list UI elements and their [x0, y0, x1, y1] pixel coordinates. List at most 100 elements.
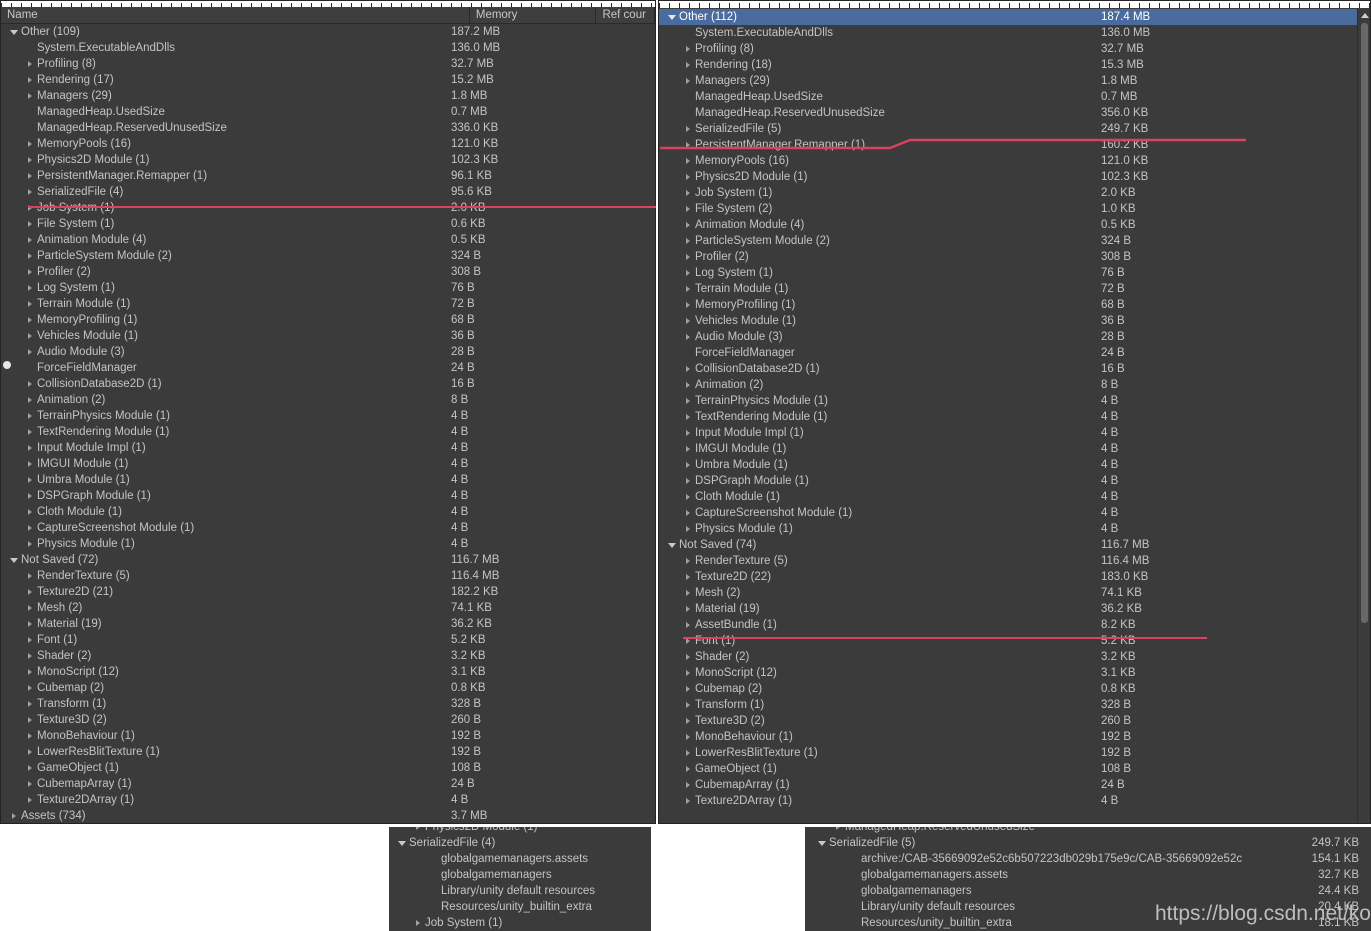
tree-row[interactable]: MemoryProfiling (1)68 B — [659, 297, 1357, 313]
tree-row[interactable]: Rendering (17)15.2 MB — [1, 72, 655, 88]
chevron-right-icon[interactable] — [23, 189, 37, 195]
chevron-right-icon[interactable] — [23, 749, 37, 755]
tree-row[interactable]: Material (19)36.2 KB — [1, 616, 655, 632]
column-header-refcount[interactable]: Ref cour — [596, 7, 655, 23]
tree-row[interactable]: IMGUI Module (1)4 B — [659, 441, 1357, 457]
chevron-right-icon[interactable] — [681, 62, 695, 68]
tree-row[interactable]: Terrain Module (1)72 B — [659, 281, 1357, 297]
tree-row[interactable]: MemoryPools (16)121.0 KB — [659, 153, 1357, 169]
chevron-right-icon[interactable] — [23, 93, 37, 99]
chevron-right-icon[interactable] — [23, 445, 37, 451]
chevron-right-icon[interactable] — [681, 46, 695, 52]
tree-row[interactable]: Shader (2)3.2 KB — [659, 649, 1357, 665]
tree-row[interactable]: Profiler (2)308 B — [1, 264, 655, 280]
tree-row[interactable]: Texture2D (21)182.2 KB — [1, 584, 655, 600]
tree-row[interactable]: GameObject (1)108 B — [1, 760, 655, 776]
chevron-right-icon[interactable] — [23, 797, 37, 803]
chevron-down-icon[interactable] — [7, 558, 21, 563]
tree-row[interactable]: Animation (2)8 B — [659, 377, 1357, 393]
tree-row[interactable]: TextRendering Module (1)4 B — [659, 409, 1357, 425]
chevron-right-icon[interactable] — [681, 78, 695, 84]
chevron-right-icon[interactable] — [7, 813, 21, 819]
tree-row[interactable]: ManagedHeap.UsedSize0.7 MB — [659, 89, 1357, 105]
tree-row[interactable]: SerializedFile (4) — [389, 835, 651, 851]
tree-row[interactable]: MonoScript (12)3.1 KB — [1, 664, 655, 680]
chevron-right-icon[interactable] — [23, 285, 37, 291]
tree-row[interactable]: System.ExecutableAndDlls136.0 MB — [1, 40, 655, 56]
tree-row[interactable]: CubemapArray (1)24 B — [1, 776, 655, 792]
chevron-right-icon[interactable] — [681, 270, 695, 276]
chevron-right-icon[interactable] — [681, 558, 695, 564]
chevron-right-icon[interactable] — [23, 413, 37, 419]
tree-row[interactable]: Log System (1)76 B — [1, 280, 655, 296]
chevron-down-icon[interactable] — [395, 841, 409, 846]
chevron-right-icon[interactable] — [681, 494, 695, 500]
chevron-right-icon[interactable] — [23, 765, 37, 771]
chevron-right-icon[interactable] — [681, 366, 695, 372]
chevron-right-icon[interactable] — [23, 477, 37, 483]
tree-row[interactable]: Library/unity default resources — [389, 883, 651, 899]
tree-row[interactable]: ForceFieldManager24 B — [1, 360, 655, 376]
tree-row[interactable]: ParticleSystem Module (2)324 B — [1, 248, 655, 264]
tree-row[interactable]: Other (112)187.4 MB — [659, 9, 1357, 25]
tree-row[interactable]: Shader (2)3.2 KB — [1, 648, 655, 664]
chevron-right-icon[interactable] — [23, 317, 37, 323]
chevron-right-icon[interactable] — [681, 702, 695, 708]
tree-row[interactable]: Profiler (2)308 B — [659, 249, 1357, 265]
tree-row[interactable]: Input Module Impl (1)4 B — [1, 440, 655, 456]
chevron-right-icon[interactable] — [23, 605, 37, 611]
tree-row[interactable]: Job System (1)2.0 KB — [1, 200, 655, 216]
tree-row[interactable]: Other (109)187.2 MB — [1, 24, 655, 40]
tree-row[interactable]: Physics Module (1)4 B — [659, 521, 1357, 537]
chevron-right-icon[interactable] — [23, 541, 37, 547]
column-header-name[interactable]: Name — [1, 7, 470, 23]
chevron-right-icon[interactable] — [681, 686, 695, 692]
chevron-right-icon[interactable] — [681, 510, 695, 516]
chevron-right-icon[interactable] — [23, 349, 37, 355]
tree-row[interactable]: Texture2D (22)183.0 KB — [659, 569, 1357, 585]
tree-row[interactable]: Input Module Impl (1)4 B — [659, 425, 1357, 441]
chevron-right-icon[interactable] — [23, 589, 37, 595]
tree-row[interactable]: CollisionDatabase2D (1)16 B — [659, 361, 1357, 377]
chevron-right-icon[interactable] — [681, 798, 695, 804]
tree-row[interactable]: File System (1)0.6 KB — [1, 216, 655, 232]
tree-row[interactable]: Physics Module (1)4 B — [1, 536, 655, 552]
tree-row[interactable]: archive:/CAB-35669092e52c6b507223db029b1… — [805, 851, 1371, 867]
tree-row[interactable]: TerrainPhysics Module (1)4 B — [659, 393, 1357, 409]
tree-row[interactable]: Animation Module (4)0.5 KB — [1, 232, 655, 248]
chevron-right-icon[interactable] — [23, 301, 37, 307]
tree-row[interactable]: globalgamemanagers.assets — [389, 851, 651, 867]
tree-row[interactable]: Managers (29)1.8 MB — [659, 73, 1357, 89]
chevron-right-icon[interactable] — [681, 254, 695, 260]
chevron-right-icon[interactable] — [411, 920, 425, 926]
tree-row[interactable]: Physics2D Module (1)102.3 KB — [659, 169, 1357, 185]
tree-row[interactable]: ManagedHeap.ReservedUnusedSize336.0 KB — [1, 120, 655, 136]
tree-row[interactable]: Animation Module (4)0.5 KB — [659, 217, 1357, 233]
chevron-down-icon[interactable] — [815, 841, 829, 846]
chevron-right-icon[interactable] — [681, 222, 695, 228]
chevron-right-icon[interactable] — [23, 61, 37, 67]
chevron-right-icon[interactable] — [23, 397, 37, 403]
chevron-right-icon[interactable] — [681, 782, 695, 788]
tree-row[interactable]: CubemapArray (1)24 B — [659, 777, 1357, 793]
chevron-right-icon[interactable] — [23, 733, 37, 739]
chevron-right-icon[interactable] — [23, 653, 37, 659]
tree-row[interactable]: Umbra Module (1)4 B — [659, 457, 1357, 473]
tree-row[interactable]: IMGUI Module (1)4 B — [1, 456, 655, 472]
tree-row[interactable]: Vehicles Module (1)36 B — [659, 313, 1357, 329]
chevron-right-icon[interactable] — [681, 174, 695, 180]
tree-row[interactable]: System.ExecutableAndDlls136.0 MB — [659, 25, 1357, 41]
tree-row[interactable]: Resources/unity_builtin_extra — [389, 899, 651, 915]
chevron-right-icon[interactable] — [23, 525, 37, 531]
chevron-right-icon[interactable] — [23, 333, 37, 339]
tree-row[interactable]: CaptureScreenshot Module (1)4 B — [659, 505, 1357, 521]
tree-row[interactable]: LowerResBlitTexture (1)192 B — [1, 744, 655, 760]
tree-row[interactable]: RenderTexture (5)116.4 MB — [659, 553, 1357, 569]
tree-row[interactable]: Animation (2)8 B — [1, 392, 655, 408]
chevron-right-icon[interactable] — [681, 654, 695, 660]
tree-row[interactable]: globalgamemanagers — [389, 867, 651, 883]
tree-row[interactable]: Terrain Module (1)72 B — [1, 296, 655, 312]
tree-row[interactable]: CaptureScreenshot Module (1)4 B — [1, 520, 655, 536]
tree-row[interactable]: Profiling (8)32.7 MB — [1, 56, 655, 72]
chevron-down-icon[interactable] — [665, 543, 679, 548]
